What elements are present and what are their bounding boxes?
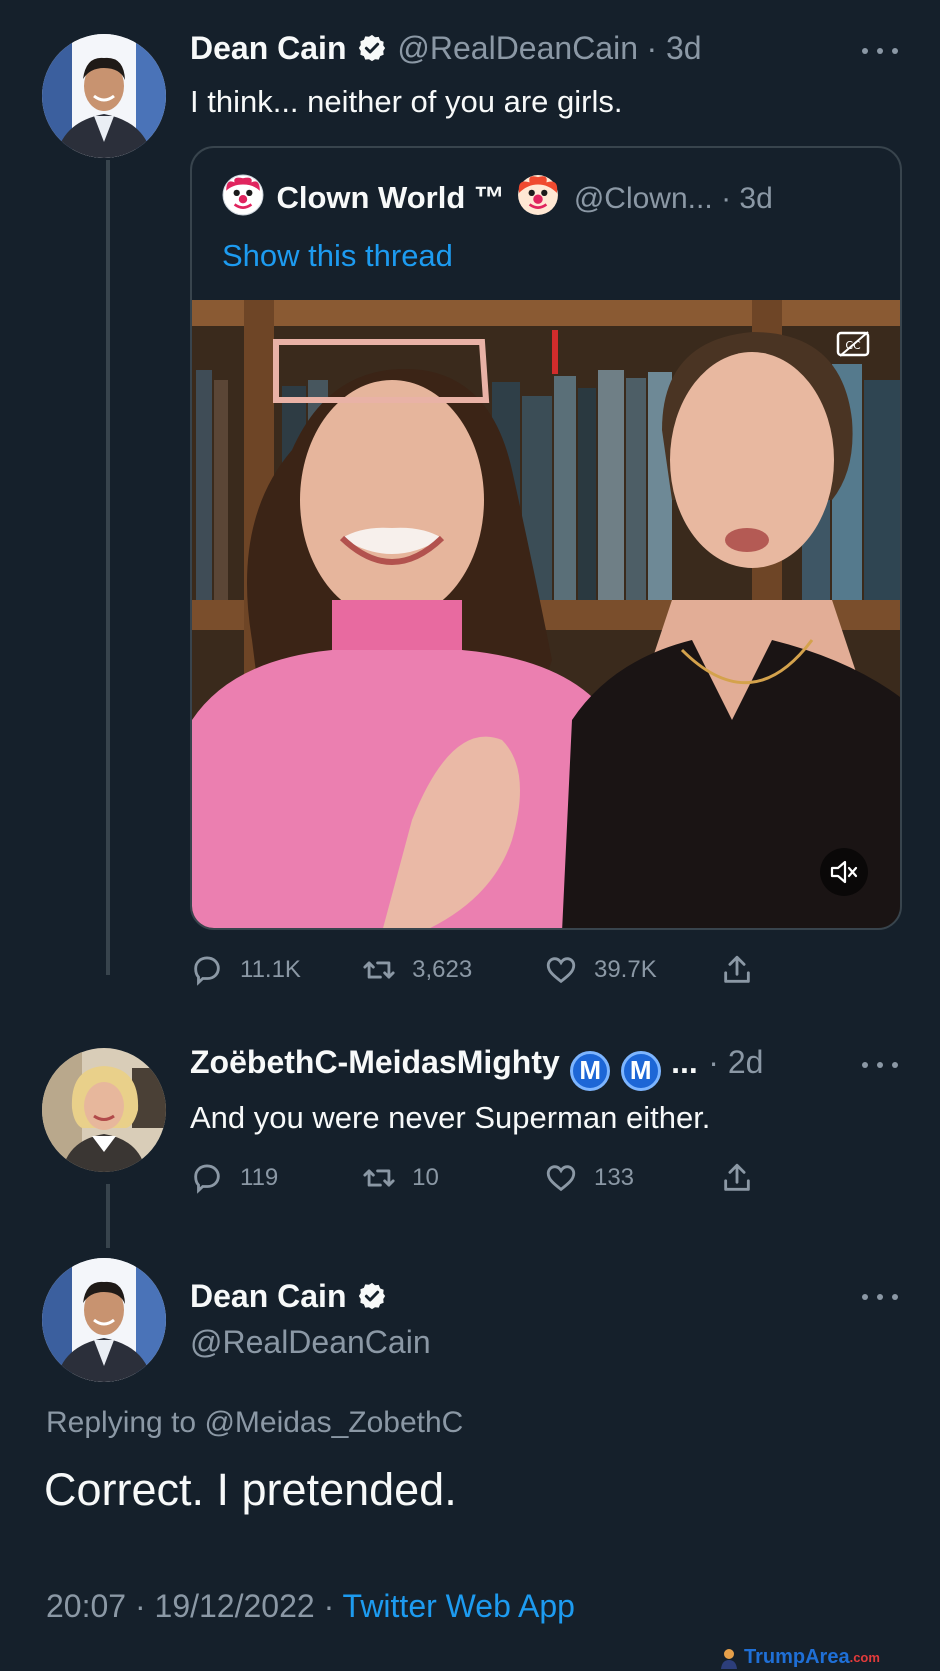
heart-icon	[546, 957, 576, 984]
quote-author-handle[interactable]: @Clown...	[574, 182, 713, 215]
avatar-zoebeth[interactable]	[42, 1048, 166, 1172]
main-tweet-author: Dean Cain	[190, 1278, 387, 1315]
avatar-dean-cain-image	[42, 34, 166, 158]
share-icon	[724, 955, 750, 983]
tweet1-more-icon[interactable]	[862, 46, 898, 56]
tweet1-text: I think... neither of you are girls.	[190, 84, 623, 119]
heart-icon	[546, 1165, 576, 1192]
tweet2-retweet-count: 10	[412, 1164, 439, 1191]
tweet1-author-handle[interactable]: @RealDeanCain	[397, 30, 638, 66]
meidas-badge-icon-2: M	[620, 1050, 661, 1091]
verified-badge-icon	[358, 34, 386, 62]
tweet2-share-button[interactable]	[720, 1161, 770, 1195]
avatar-dean-cain-main-image	[42, 1258, 166, 1382]
tweet2-text: And you were never Superman either.	[190, 1100, 711, 1135]
trumparea-watermark: TrumpArea .com	[718, 1646, 880, 1669]
quoted-tweet-card[interactable]: Clown World ™ @Clown... · 3d Show this t…	[190, 146, 902, 930]
quote-header: Clown World ™ @Clown... · 3d	[222, 174, 773, 216]
tweet2-header: ZoëbethC-MeidasMighty M M ... · 2d	[190, 1044, 763, 1091]
watermark-suffix: .com	[849, 1650, 880, 1665]
main-author-handle[interactable]: @RealDeanCain	[190, 1324, 431, 1361]
watermark-brand: TrumpArea	[744, 1646, 850, 1668]
retweet-icon	[363, 1169, 395, 1187]
tweet1-like-count: 39.7K	[593, 956, 657, 983]
tweet2-time[interactable]: · 2d	[708, 1044, 763, 1080]
tweet1-retweet-button[interactable]: 3,623	[362, 953, 544, 987]
tweet2-like-count: 133	[593, 1164, 635, 1191]
tweet1-reply-count: 11.1K	[240, 956, 301, 983]
avatar-dean-cain[interactable]	[42, 34, 166, 158]
tweet1-retweet-count: 3,623	[412, 956, 473, 983]
tweet2-author-name[interactable]: ZoëbethC-MeidasMighty	[190, 1044, 560, 1080]
tweet1-share-button[interactable]	[720, 953, 770, 987]
main-author-name[interactable]: Dean Cain	[190, 1278, 346, 1314]
reply-icon	[194, 1164, 220, 1194]
verified-badge-icon	[358, 1282, 386, 1310]
meidas-badge-icon-1: M	[570, 1050, 611, 1091]
tweet2-reply-count: 119	[240, 1164, 279, 1191]
tweet2-like-button[interactable]: 133	[544, 1161, 720, 1195]
main-tweet-meta: 20:07 · 19/12/2022 · Twitter Web App	[46, 1588, 575, 1625]
quote-author-name[interactable]: Clown World ™	[276, 180, 504, 215]
replying-to-prefix: Replying to	[46, 1406, 197, 1439]
captions-icon[interactable]: CC	[836, 330, 872, 358]
main-tweet-more-icon[interactable]	[862, 1292, 898, 1302]
main-tweet-source[interactable]: Twitter Web App	[343, 1588, 575, 1624]
mute-icon[interactable]	[820, 848, 868, 896]
avatar-zoebeth-image	[42, 1048, 166, 1172]
show-this-thread-link[interactable]: Show this thread	[222, 238, 453, 274]
quote-video[interactable]: CC	[192, 300, 900, 928]
thread-line-1	[106, 160, 110, 975]
trumparea-logo-icon	[721, 1648, 737, 1669]
quote-time[interactable]: · 3d	[721, 182, 773, 215]
reply-icon	[194, 956, 220, 986]
share-icon	[724, 1163, 750, 1191]
tweet1-time[interactable]: · 3d	[646, 30, 701, 66]
tweet2-retweet-button[interactable]: 10	[362, 1161, 544, 1195]
tweet2-more-icon[interactable]	[862, 1060, 898, 1070]
tweet1-reply-button[interactable]: 11.1K	[190, 953, 362, 987]
tweet1-like-button[interactable]: 39.7K	[544, 953, 720, 987]
main-tweet-text: Correct. I pretended.	[44, 1464, 457, 1515]
tweet1-actions: 11.1K 3,623 39.7K	[190, 953, 770, 987]
clown-emoji-icon	[518, 175, 559, 215]
tweet2-name-ellipsis: ...	[671, 1044, 698, 1080]
thread-line-2	[106, 1184, 110, 1248]
tweet1-header: Dean Cain @RealDeanCain · 3d	[190, 30, 702, 67]
replying-to-handle[interactable]: @Meidas_ZobethC	[204, 1406, 463, 1439]
video-frame-image	[192, 300, 900, 928]
main-tweet-timestamp[interactable]: 20:07 · 19/12/2022 ·	[46, 1588, 334, 1624]
replying-to-line: Replying to @Meidas_ZobethC	[46, 1406, 463, 1440]
retweet-icon	[363, 961, 395, 979]
tweet2-actions: 119 10 133	[190, 1161, 770, 1195]
tweet1-author-name[interactable]: Dean Cain	[190, 30, 346, 66]
tweet2-reply-button[interactable]: 119	[190, 1161, 362, 1195]
clown-avatar-icon	[222, 174, 264, 216]
avatar-dean-cain-main[interactable]	[42, 1258, 166, 1382]
